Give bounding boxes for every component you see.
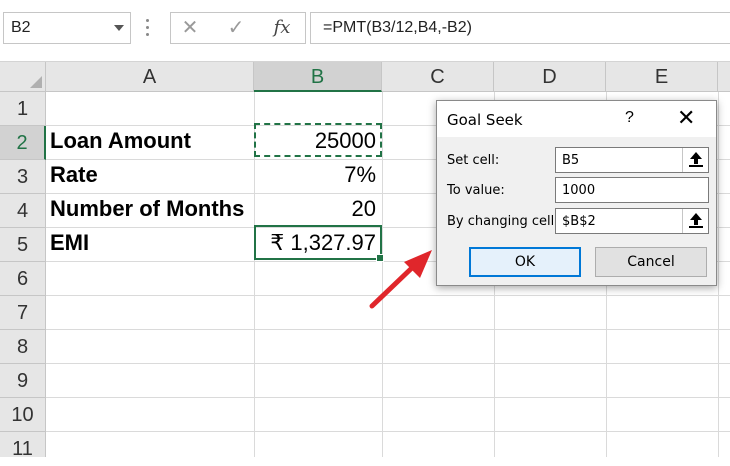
name-box[interactable]: B2	[3, 12, 131, 44]
row-header-3[interactable]: 3	[0, 160, 46, 194]
collapse-dialog-button[interactable]	[682, 148, 708, 172]
dialog-title: Goal Seek	[447, 111, 523, 129]
formula-bar-area: B2 ✕ ✓ fx =PMT(B3/12,B4,-B2)	[0, 0, 730, 62]
cell-b4[interactable]: 20	[254, 192, 376, 226]
ok-button[interactable]: OK	[469, 247, 581, 277]
close-icon[interactable]: ✕	[677, 105, 695, 131]
row-header-11[interactable]: 11	[0, 432, 46, 460]
column-header-d[interactable]: D	[494, 62, 606, 92]
formula-buttons: ✕ ✓ fx	[170, 12, 306, 44]
gridline	[46, 363, 730, 364]
row-header-1[interactable]: 1	[0, 92, 46, 126]
cancel-button[interactable]: Cancel	[595, 247, 707, 277]
drag-handle-icon[interactable]	[146, 17, 150, 39]
formula-input[interactable]: =PMT(B3/12,B4,-B2)	[310, 12, 730, 44]
row-header-6[interactable]: 6	[0, 262, 46, 296]
chevron-down-icon[interactable]	[114, 25, 124, 31]
cell-a4[interactable]: Number of Months	[50, 192, 244, 226]
formula-text: =PMT(B3/12,B4,-B2)	[323, 19, 472, 36]
gridline	[46, 397, 730, 398]
cell-a3[interactable]: Rate	[50, 158, 98, 192]
to-value-label: To value:	[447, 183, 505, 198]
gridline	[46, 329, 730, 330]
row-header-4[interactable]: 4	[0, 194, 46, 228]
to-value-input[interactable]: 1000	[555, 177, 709, 203]
cell-a2[interactable]: Loan Amount	[50, 124, 191, 158]
set-cell-input[interactable]: B5	[555, 147, 709, 173]
row-header-7[interactable]: 7	[0, 296, 46, 330]
select-all-button[interactable]	[0, 62, 46, 92]
by-changing-cell-input[interactable]: $B$2	[555, 208, 709, 234]
column-header-a[interactable]: A	[46, 62, 254, 92]
by-changing-cell-value: $B$2	[562, 214, 596, 229]
select-all-icon	[30, 76, 42, 88]
gridline	[46, 431, 730, 432]
set-cell-value: B5	[562, 153, 580, 168]
name-box-value: B2	[11, 19, 31, 36]
goal-seek-dialog: Goal Seek ? ✕ Set cell: B5 To value: 100…	[436, 100, 717, 286]
cell-b3[interactable]: 7%	[254, 158, 376, 192]
gridline	[718, 92, 719, 457]
insert-function-icon[interactable]: fx	[267, 15, 297, 41]
to-value-value: 1000	[562, 183, 596, 198]
row-header-9[interactable]: 9	[0, 364, 46, 398]
help-icon[interactable]: ?	[625, 109, 634, 127]
row-header-10[interactable]: 10	[0, 398, 46, 432]
row-header-8[interactable]: 8	[0, 330, 46, 364]
cell-a5[interactable]: EMI	[50, 226, 89, 260]
column-header-f[interactable]	[718, 62, 730, 92]
cancel-icon[interactable]: ✕	[175, 15, 205, 41]
enter-icon[interactable]: ✓	[221, 15, 251, 41]
column-header-b[interactable]: B	[254, 62, 382, 92]
copy-marquee	[254, 123, 382, 157]
column-header-e[interactable]: E	[606, 62, 718, 92]
dialog-titlebar[interactable]: Goal Seek ? ✕	[437, 101, 716, 137]
by-changing-cell-label: By changing cell:	[447, 214, 559, 229]
row-header-2[interactable]: 2	[0, 126, 46, 160]
collapse-dialog-button[interactable]	[682, 209, 708, 233]
column-header-c[interactable]: C	[382, 62, 494, 92]
annotation-arrow-icon	[369, 250, 432, 309]
row-header-5[interactable]: 5	[0, 228, 46, 262]
set-cell-label: Set cell:	[447, 153, 500, 168]
